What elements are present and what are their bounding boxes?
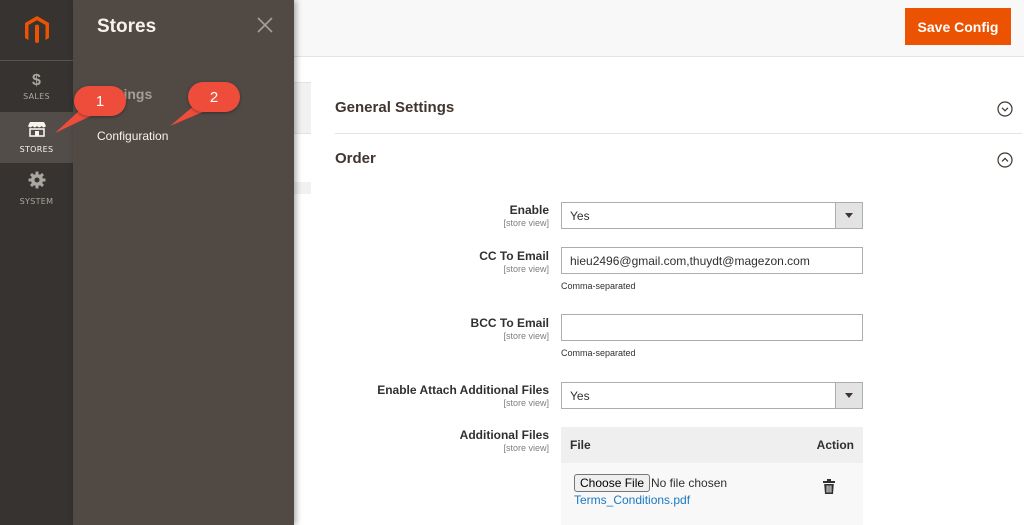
callout-badge-2: 2	[188, 82, 240, 112]
callout-badge-1: 1	[74, 86, 126, 116]
callout-pointers	[55, 104, 212, 133]
